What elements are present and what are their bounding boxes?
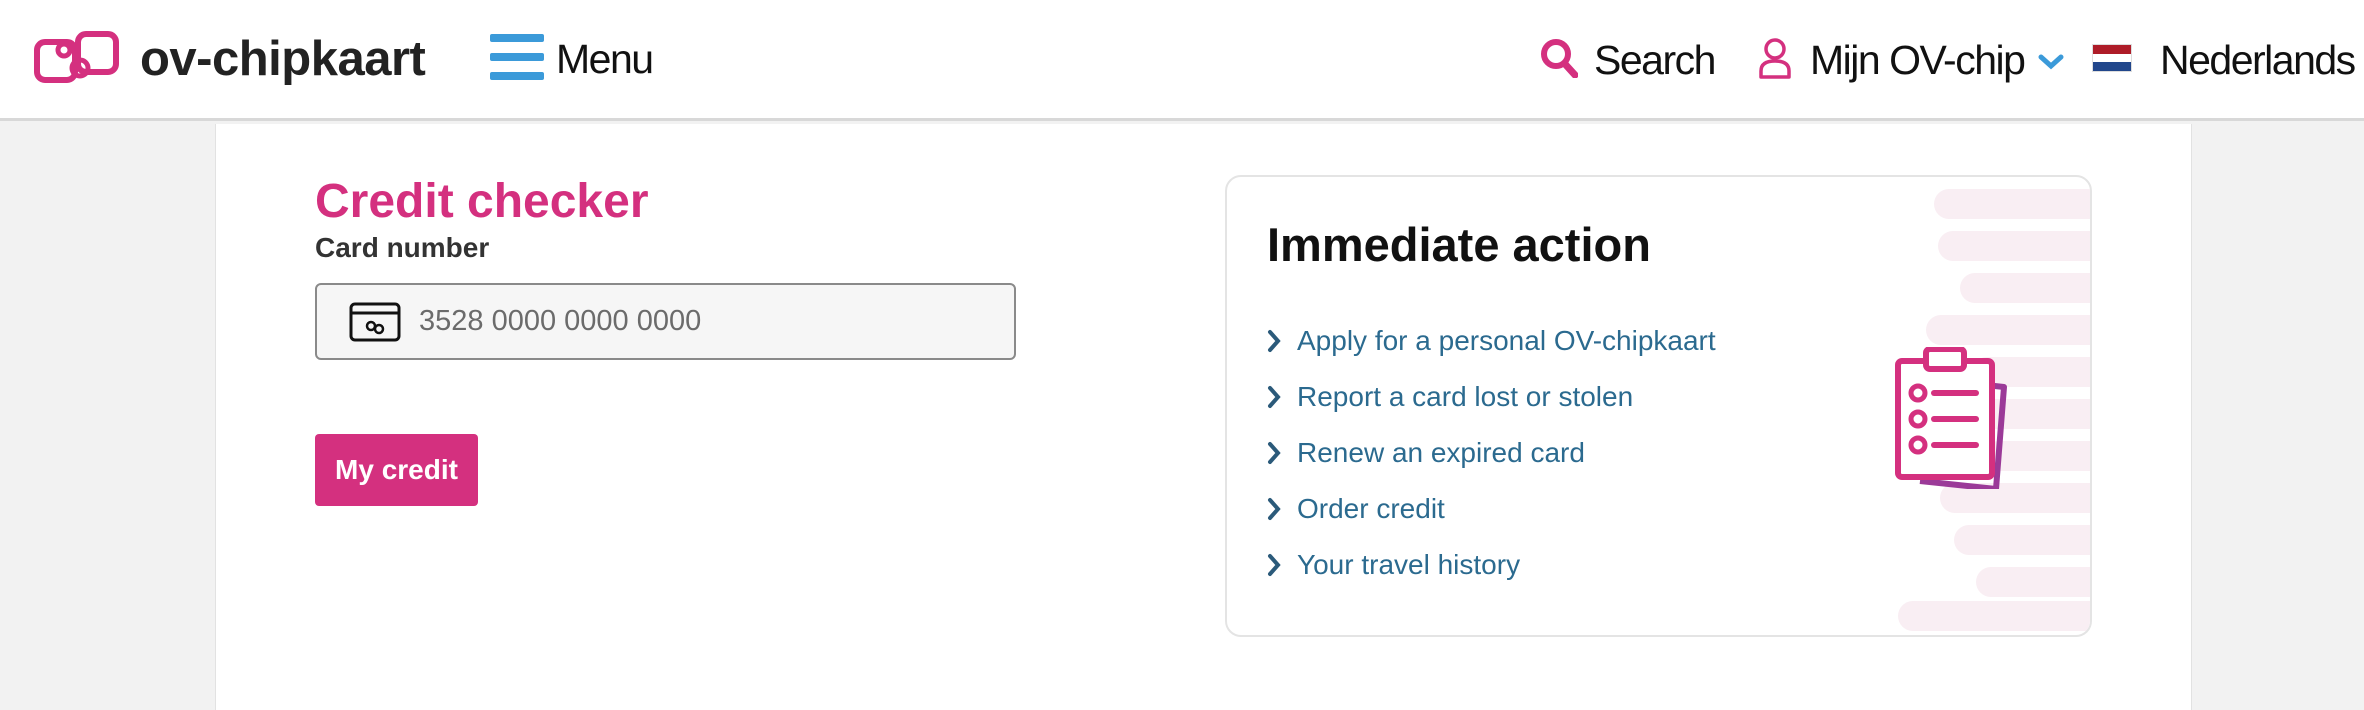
travel-history-link[interactable]: Your travel history bbox=[1297, 549, 1520, 581]
apply-personal-card-link[interactable]: Apply for a personal OV-chipkaart bbox=[1297, 325, 1716, 357]
chevron-right-icon bbox=[1267, 497, 1283, 521]
language-switch[interactable]: Nederlands bbox=[2092, 32, 2356, 88]
order-credit-link[interactable]: Order credit bbox=[1297, 493, 1445, 525]
card-number-label: Card number bbox=[315, 232, 490, 263]
immediate-action-list: Apply for a personal OV-chipkaart Report… bbox=[1267, 313, 1716, 593]
menu-button[interactable]: Menu bbox=[490, 32, 654, 86]
chevron-right-icon bbox=[1267, 329, 1283, 353]
search-button[interactable]: Search bbox=[1540, 32, 1716, 88]
chevron-down-icon bbox=[2038, 54, 2064, 75]
search-label: Search bbox=[1594, 36, 1716, 83]
logo-text: ov-chipkaart bbox=[140, 32, 426, 86]
immediate-action-card: Immediate action Apply for a personal OV… bbox=[1225, 175, 2092, 637]
card-icon bbox=[349, 302, 401, 342]
list-item[interactable]: Order credit bbox=[1267, 481, 1716, 537]
dutch-flag-icon bbox=[2092, 43, 2132, 77]
list-item[interactable]: Report a card lost or stolen bbox=[1267, 369, 1716, 425]
renew-expired-card-link[interactable]: Renew an expired card bbox=[1297, 437, 1585, 469]
user-icon bbox=[1758, 37, 1792, 84]
chevron-right-icon bbox=[1267, 441, 1283, 465]
site-header: ov-chipkaart Menu Search Mijn OV-chip Ne… bbox=[0, 0, 2364, 121]
search-icon bbox=[1540, 38, 1579, 83]
list-item[interactable]: Renew an expired card bbox=[1267, 425, 1716, 481]
logo[interactable]: ov-chipkaart bbox=[34, 26, 426, 92]
clipboard-icon bbox=[1892, 346, 2024, 494]
card-number-input[interactable] bbox=[419, 305, 979, 338]
card-number-field[interactable] bbox=[315, 283, 1016, 360]
language-label: Nederlands bbox=[2160, 36, 2356, 83]
account-menu[interactable]: Mijn OV-chip bbox=[1758, 32, 2064, 88]
ov-chipkaart-logo-icon bbox=[34, 28, 120, 90]
menu-label: Menu bbox=[556, 35, 654, 82]
account-label: Mijn OV-chip bbox=[1810, 36, 2026, 83]
my-credit-button[interactable]: My credit bbox=[315, 434, 478, 506]
report-lost-card-link[interactable]: Report a card lost or stolen bbox=[1297, 381, 1633, 413]
chevron-right-icon bbox=[1267, 553, 1283, 577]
immediate-action-title: Immediate action bbox=[1267, 218, 1651, 271]
list-item[interactable]: Apply for a personal OV-chipkaart bbox=[1267, 313, 1716, 369]
page-title: Credit checker bbox=[315, 175, 649, 228]
list-item[interactable]: Your travel history bbox=[1267, 537, 1716, 593]
hamburger-icon bbox=[490, 33, 544, 85]
chevron-right-icon bbox=[1267, 385, 1283, 409]
